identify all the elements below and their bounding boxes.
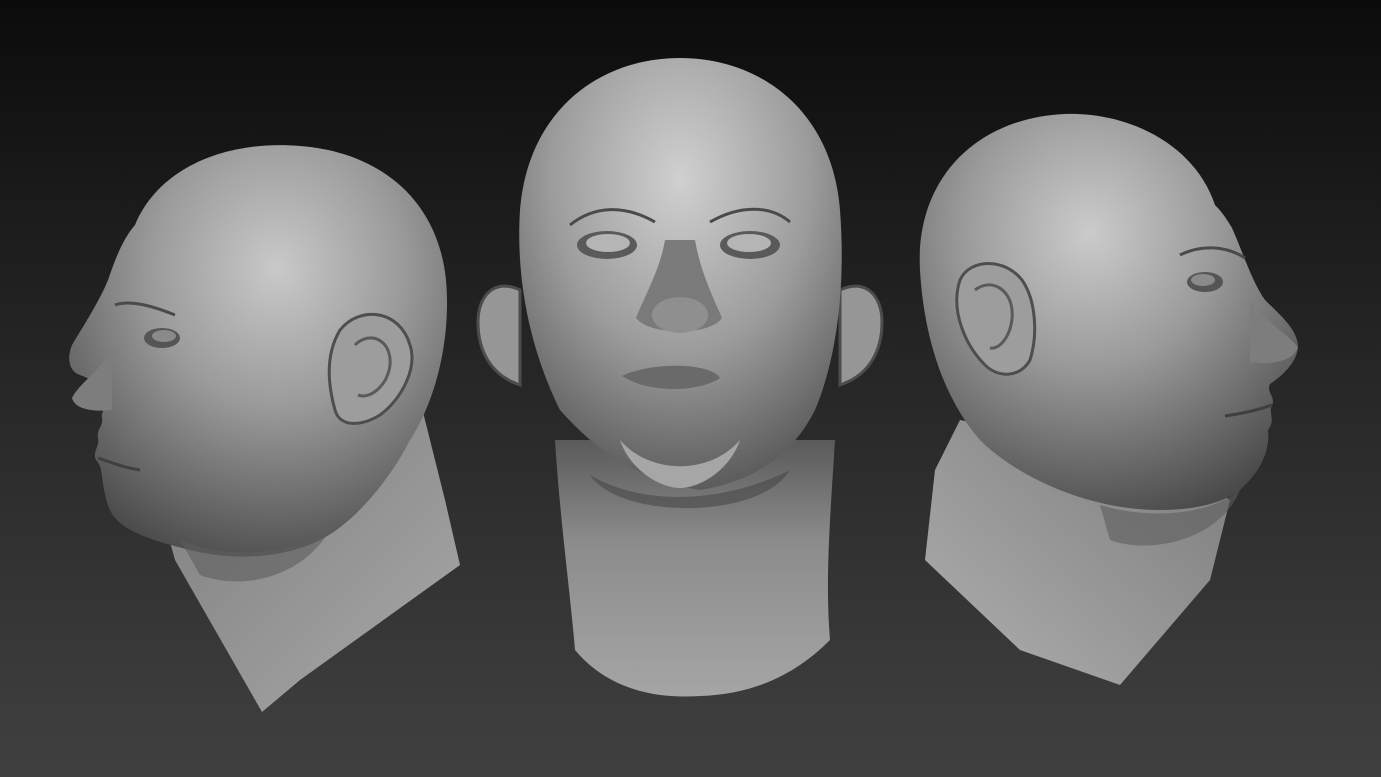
ear-front-left [476,284,522,388]
eye-right-lid [1191,274,1215,286]
nose-tip-front [652,297,708,333]
eye-left-lid [152,330,176,342]
head-left-profile [69,145,460,712]
eye-front-right-ball [727,234,771,252]
head-right-profile [919,113,1298,685]
sculpt-render [69,58,1298,712]
ear-front-right [838,284,884,388]
head-front [476,58,884,697]
sculpt-viewport [0,0,1381,777]
eye-front-left-ball [586,234,630,252]
